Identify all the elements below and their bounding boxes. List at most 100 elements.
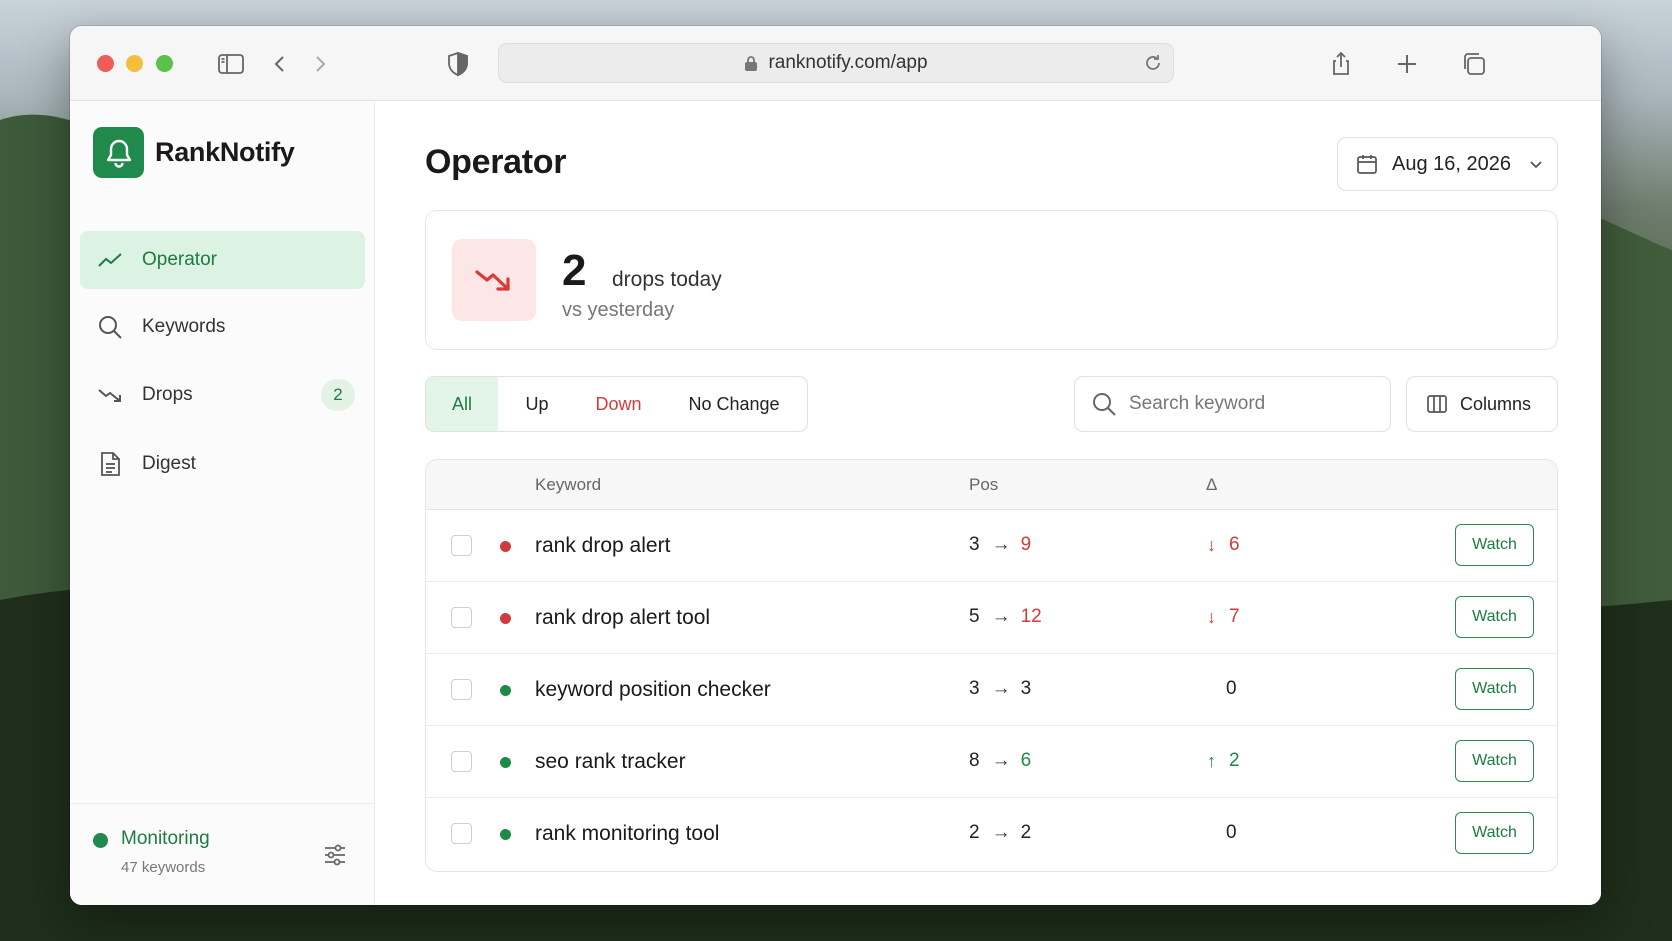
position-to: 3 [1020,678,1032,699]
drops-count-badge: 2 [321,379,355,411]
sidebar-item-label: Drops [142,384,193,405]
monitoring-status: Monitoring 47 keywords [70,803,375,905]
maximize-window-button[interactable] [156,55,173,72]
forward-icon[interactable] [306,50,334,78]
drops-summary-card: 2 drops today vs yesterday [425,210,1558,350]
sidebar-item-label: Operator [142,249,217,270]
privacy-shield-icon[interactable] [444,50,472,78]
trend-down-icon [452,239,536,321]
position-to: 12 [1020,606,1042,627]
delta-cell: ↑ 2 [1207,750,1240,772]
position-cell: 3 → 3 [969,678,1031,700]
position-to: 9 [1020,534,1032,555]
row-checkbox[interactable] [451,679,472,700]
search-box [1074,376,1391,432]
arrow-up-icon: ↑ [1207,750,1216,771]
arrow-down-icon: ↓ [1207,606,1216,627]
watch-button[interactable]: Watch [1455,812,1534,854]
table-row[interactable]: rank drop alert 3 → 9 ↓ 6 Watch [426,510,1557,582]
keywords-table: Keyword Pos Δ rank drop alert 3 → 9 ↓ 6 … [425,459,1558,872]
filter-all[interactable]: All [426,377,498,431]
status-dot [500,685,511,696]
keyword-cell: keyword position checker [535,678,771,701]
trend-line-icon [98,253,122,267]
keyword-cell: rank drop alert tool [535,606,711,629]
keyword-cell: seo rank tracker [535,750,686,773]
watch-button[interactable]: Watch [1455,596,1534,638]
columns-button[interactable]: Columns [1406,376,1558,432]
comparison-label: vs yesterday [562,299,675,321]
keyword-cell: rank drop alert [535,534,671,557]
columns-icon [1427,395,1447,413]
table-row[interactable]: seo rank tracker 8 → 6 ↑ 2 Watch [426,726,1557,798]
calendar-icon [1357,155,1377,174]
brand[interactable]: RankNotify [93,127,295,178]
watch-button[interactable]: Watch [1455,668,1534,710]
arrow-right-icon: → [991,750,1011,771]
sliders-icon[interactable] [322,842,348,868]
delta-value: 0 [1226,678,1237,699]
arrow-down-icon: ↓ [1207,534,1216,555]
document-icon [101,452,120,476]
watch-button[interactable]: Watch [1455,740,1534,782]
sidebar-toggle-icon[interactable] [217,50,245,78]
column-header-keyword[interactable]: Keyword [535,475,601,495]
keyword-count: 47 keywords [121,859,206,876]
arrow-right-icon: → [991,606,1011,627]
table-row[interactable]: keyword position checker 3 → 3 0 Watch [426,654,1557,726]
column-header-delta[interactable]: Δ [1206,475,1217,495]
delta-cell: ↓ 7 [1207,606,1240,628]
date-value: Aug 16, 2026 [1392,152,1511,175]
reload-icon[interactable] [1143,53,1163,73]
keyword-cell: rank monitoring tool [535,822,720,845]
delta-cell: 0 [1226,678,1237,700]
sidebar-item-drops[interactable]: Drops 2 [80,366,365,424]
close-window-button[interactable] [97,55,114,72]
search-icon [1093,393,1116,416]
sidebar-item-keywords[interactable]: Keywords [80,298,365,356]
arrow-right-icon: → [991,534,1011,555]
monitoring-label: Monitoring [121,828,210,849]
table-row[interactable]: rank monitoring tool 2 → 2 0 Watch [426,798,1557,870]
chevron-down-icon [1530,161,1542,169]
bell-icon [93,127,144,178]
page-title: Operator [425,143,567,181]
trend-down-icon [98,389,121,402]
drops-count: 2 [562,246,587,295]
position-from: 5 [969,606,980,627]
arrow-right-icon: → [991,678,1011,699]
row-checkbox[interactable] [451,607,472,628]
back-icon[interactable] [266,50,294,78]
tab-overview-icon[interactable] [1460,50,1488,78]
search-input[interactable] [1129,393,1369,415]
new-tab-icon[interactable] [1393,50,1421,78]
date-picker[interactable]: Aug 16, 2026 [1337,137,1558,191]
brand-name: RankNotify [155,137,295,167]
filter-tabs: All Up Down No Change [425,376,808,432]
table-header: Keyword Pos Δ [426,460,1557,510]
position-cell: 3 → 9 [969,534,1031,556]
row-checkbox[interactable] [451,535,472,556]
filter-down[interactable]: Down [576,377,661,431]
delta-cell: 0 [1226,822,1237,844]
filter-no-change[interactable]: No Change [661,377,807,431]
column-header-pos[interactable]: Pos [969,475,998,495]
search-icon [99,316,122,339]
filter-up[interactable]: Up [498,377,576,431]
minimize-window-button[interactable] [126,55,143,72]
sidebar: RankNotify Operator Keywords Drops 2 Dig… [70,101,375,905]
share-icon[interactable] [1327,50,1355,78]
sidebar-item-digest[interactable]: Digest [80,435,365,493]
table-row[interactable]: rank drop alert tool 5 → 12 ↓ 7 Watch [426,582,1557,654]
sidebar-item-operator[interactable]: Operator [80,231,365,289]
row-checkbox[interactable] [451,751,472,772]
position-from: 3 [969,678,980,699]
sidebar-item-label: Keywords [142,316,226,337]
delta-value: 6 [1229,534,1240,555]
watch-button[interactable]: Watch [1455,524,1534,566]
status-dot [500,757,511,768]
address-bar[interactable]: ranknotify.com/app [498,43,1174,83]
url-text: ranknotify.com/app [768,52,928,73]
status-dot [500,829,511,840]
row-checkbox[interactable] [451,823,472,844]
